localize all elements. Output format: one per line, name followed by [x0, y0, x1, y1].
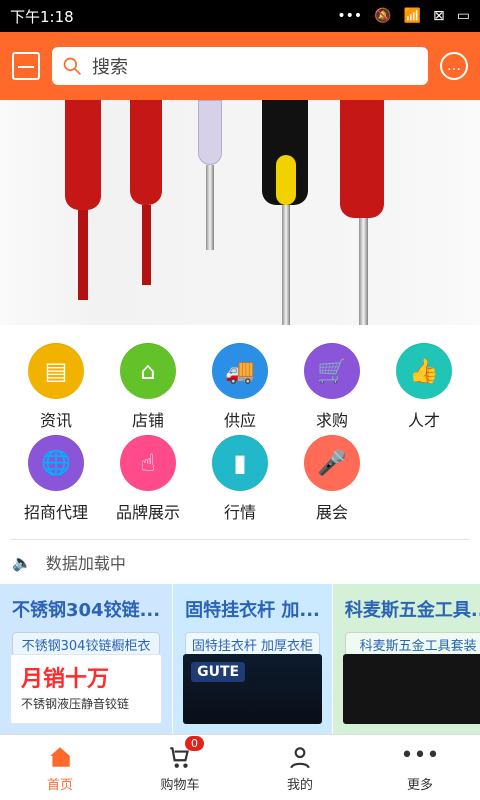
category-dianpu[interactable]: ⌂ 店铺 [102, 343, 194, 435]
buy-icon: 🛒 [304, 343, 360, 399]
screwdriver-4-icon [340, 100, 384, 218]
category-label: 资讯 [39, 411, 72, 430]
message-icon[interactable]: … [440, 52, 468, 80]
search-placeholder: 搜索 [92, 57, 128, 78]
wifi-icon: 📶 [403, 8, 422, 24]
brand-badge: GUTE [191, 662, 246, 682]
screwdriver-3-shaft [282, 205, 290, 325]
tester-shaft [206, 165, 214, 250]
category-label: 店铺 [131, 411, 164, 430]
category-zhaoshang[interactable]: 🌐 招商代理 [10, 435, 102, 527]
category-qiugou[interactable]: 🛒 求购 [286, 343, 378, 435]
tab-home[interactable]: 首页 [0, 735, 120, 800]
signal-icon: ••• [337, 8, 363, 24]
brand-icon: ☝ [120, 435, 176, 491]
category-label: 展会 [315, 503, 348, 522]
close-icon: ⊠ [433, 8, 445, 24]
screwdriver-1-shaft [78, 210, 88, 300]
user-icon [286, 742, 314, 770]
category-label: 求购 [315, 411, 348, 430]
category-label: 人才 [407, 411, 440, 430]
category-hangqing[interactable]: ▮ 行情 [194, 435, 286, 527]
category-pinpai[interactable]: ☝ 品牌展示 [102, 435, 194, 527]
category-label: 品牌展示 [115, 503, 180, 522]
category-grid: ▤ 资讯 ⌂ 店铺 🚚 供应 🛒 求购 👍 人才 🌐 招商代理 ☝ 品牌展示 ▮… [0, 325, 480, 540]
tab-label: 购物车 [160, 778, 200, 793]
market-icon: ▮ [212, 435, 268, 491]
product-card-top: 科麦斯五金工具... 科麦斯五金工具套装 [333, 584, 480, 660]
tab-me[interactable]: 我的 [240, 735, 360, 800]
tester-icon [198, 100, 222, 165]
category-label: 招商代理 [23, 503, 88, 522]
product-card-top: 固特挂衣杆 加... 固特挂衣杆 加厚衣柜 [173, 584, 332, 660]
product-title: 不锈钢304铰链... [12, 600, 161, 621]
product-subtitle: 不锈钢304铰链橱柜衣 [12, 632, 161, 656]
bottom-navigation: 首页 0 购物车 我的 ••• 更多 [0, 734, 480, 800]
search-input[interactable]: 搜索 [52, 47, 428, 85]
search-icon [63, 57, 81, 75]
status-time: 下午1:18 [10, 7, 74, 26]
category-label: 供应 [223, 411, 256, 430]
news-icon: ▤ [28, 343, 84, 399]
tab-label: 首页 [46, 778, 73, 793]
category-row-2: 🌐 招商代理 ☝ 品牌展示 ▮ 行情 🎤 展会 [10, 435, 470, 527]
category-label: 行情 [223, 503, 256, 522]
screwdriver-1-icon [65, 100, 101, 210]
top-bar: 搜索 … [0, 32, 480, 100]
more-icon: ••• [400, 743, 440, 768]
notice-bar: 🔈 数据加载中 [0, 540, 480, 584]
product-image: GUTE [183, 654, 322, 724]
tab-more[interactable]: ••• 更多 [360, 735, 480, 800]
screwdriver-4-shaft [359, 218, 368, 325]
product-image: 月销十万 不锈钢液压静音铰链 [10, 654, 163, 724]
product-image [342, 654, 480, 724]
home-icon [46, 742, 74, 770]
category-zhanhui[interactable]: 🎤 展会 [286, 435, 378, 527]
product-title: 科麦斯五金工具... [344, 600, 480, 621]
speaker-icon: 🔈 [12, 552, 32, 572]
status-icons: ••• 🔕 📶 ⊠ ▭ [337, 8, 470, 24]
tab-cart[interactable]: 0 购物车 [120, 735, 240, 800]
store-icon: ⌂ [120, 343, 176, 399]
category-zixun[interactable]: ▤ 资讯 [10, 343, 102, 435]
tab-label: 更多 [406, 778, 433, 793]
category-row-1: ▤ 资讯 ⌂ 店铺 🚚 供应 🛒 求购 👍 人才 [10, 343, 470, 435]
status-bar: 下午1:18 ••• 🔕 📶 ⊠ ▭ [0, 0, 480, 32]
tab-label: 我的 [286, 778, 313, 793]
cart-badge: 0 [185, 736, 204, 751]
expo-icon: 🎤 [304, 435, 360, 491]
product-subtitle: 科麦斯五金工具套装 [344, 632, 480, 656]
promo-text: 月销十万 [21, 667, 110, 692]
battery-icon: ▭ [456, 8, 470, 24]
supply-icon: 🚚 [212, 343, 268, 399]
category-rencai[interactable]: 👍 人才 [378, 343, 470, 435]
promo-subtext: 不锈钢液压静音铰链 [21, 697, 130, 711]
category-gongying[interactable]: 🚚 供应 [194, 343, 286, 435]
banner-image[interactable] [0, 100, 480, 325]
notice-text: 数据加载中 [45, 554, 126, 573]
talent-icon: 👍 [396, 343, 452, 399]
product-subtitle: 固特挂衣杆 加厚衣柜 [185, 632, 320, 656]
agent-icon: 🌐 [28, 435, 84, 491]
product-title: 固特挂衣杆 加... [185, 600, 320, 621]
mute-icon: 🔕 [374, 8, 392, 24]
cart-icon: 0 [166, 736, 204, 770]
product-card-top: 不锈钢304铰链... 不锈钢304铰链橱柜衣 [0, 584, 172, 660]
screwdriver-2-icon [130, 100, 162, 205]
scan-icon[interactable] [12, 52, 40, 80]
screwdriver-3-accent [276, 155, 296, 205]
screwdriver-2-shaft [142, 205, 151, 285]
